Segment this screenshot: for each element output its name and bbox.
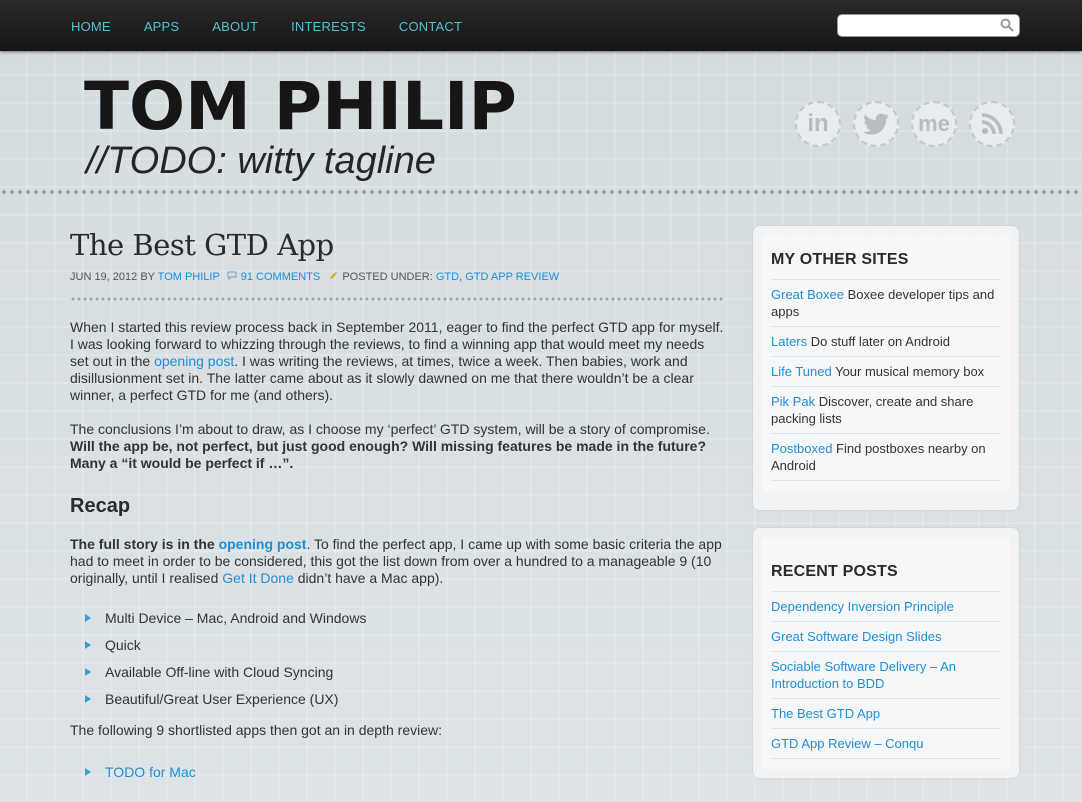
post-author-link[interactable]: TOM PHILIP [158, 271, 220, 283]
widget-recent-posts: RECENT POSTS Dependency Inversion Princi… [753, 528, 1019, 778]
get-it-done-link[interactable]: Get It Done [222, 570, 294, 586]
post-date: JUN 19, 2012 [70, 271, 138, 283]
list-item: Laters Do stuff later on Android [771, 326, 1001, 356]
top-navigation-bar: HOME APPS ABOUT INTERESTS CONTACT [0, 0, 1082, 51]
rss-icon[interactable] [969, 101, 1015, 147]
list-item: Postboxed Find postboxes nearby on Andro… [771, 433, 1001, 481]
site-link-great-boxee[interactable]: Great Boxee [771, 287, 844, 302]
post-divider [70, 296, 723, 302]
category-gtd-app-review-link[interactable]: GTD APP REVIEW [465, 271, 559, 283]
nav-contact[interactable]: CONTACT [399, 19, 462, 34]
linkedin-label: in [807, 110, 829, 137]
recent-posts-list: Dependency Inversion Principle Great Sof… [771, 591, 1001, 759]
list-item: Multi Device – Mac, Android and Windows [70, 610, 725, 637]
category-gtd-link[interactable]: GTD [436, 271, 459, 283]
list-item: Dependency Inversion Principle [771, 591, 1001, 621]
site-desc: Do stuff later on Android [807, 334, 950, 349]
list-item: TODO for Mac [70, 764, 725, 791]
widget-recent-posts-title: RECENT POSTS [771, 563, 898, 580]
paragraph-conclusions-text: The conclusions I’m about to draw, as I … [70, 421, 710, 437]
paragraph-story-bold: The full story is in the [70, 536, 219, 552]
aboutme-label: me [918, 111, 950, 136]
search-input[interactable] [846, 15, 1000, 37]
widget-other-sites-inner: MY OTHER SITES Great Boxee Boxee develop… [762, 235, 1010, 491]
paragraph-story-text-b: didn’t have a Mac app). [293, 570, 444, 586]
site-title[interactable]: TOM PHILIP [84, 74, 517, 140]
recent-post-link[interactable]: Sociable Software Delivery – An Introduc… [771, 659, 956, 691]
list-item: GTD App Review – Conqu [771, 728, 1001, 759]
site-link-life-tuned[interactable]: Life Tuned [771, 364, 832, 379]
recent-post-link[interactable]: GTD App Review – Conqu [771, 736, 923, 751]
list-item: Life Tuned Your musical memory box [771, 356, 1001, 386]
post-meta: JUN 19, 2012 BY TOM PHILIP 91 COMMENTS P… [70, 271, 725, 283]
category-separator: , [459, 271, 463, 283]
search-icon[interactable] [1000, 18, 1014, 37]
nav-about[interactable]: ABOUT [212, 19, 258, 34]
pencil-icon [329, 271, 341, 283]
aboutme-icon[interactable]: me [911, 101, 957, 147]
widget-other-sites-title: MY OTHER SITES [771, 251, 909, 268]
opening-post-link[interactable]: opening post [154, 353, 234, 369]
header-divider [0, 189, 1082, 195]
site-link-laters[interactable]: Laters [771, 334, 807, 349]
post-article: The Best GTD App JUN 19, 2012 BY TOM PHI… [70, 228, 725, 791]
paragraph-story: The full story is in the opening post. T… [70, 536, 725, 587]
post-by: BY [140, 271, 155, 283]
list-item: The Best GTD App [771, 698, 1001, 728]
paragraph-conclusions-bold: Will the app be, not perfect, but just g… [70, 438, 706, 471]
twitter-icon[interactable] [853, 101, 899, 147]
paragraph-intro: When I started this review process back … [70, 319, 725, 404]
nav-home[interactable]: HOME [71, 19, 111, 34]
post-title[interactable]: The Best GTD App [70, 228, 725, 262]
opening-post-link-2[interactable]: opening post [219, 536, 307, 552]
site-desc: Your musical memory box [831, 364, 985, 379]
list-item: Pik Pak Discover, create and share packi… [771, 386, 1001, 433]
recent-post-link[interactable]: Great Software Design Slides [771, 629, 942, 644]
list-item: Quick [70, 637, 725, 664]
apps-list: TODO for Mac [70, 764, 725, 791]
posted-under-label: POSTED UNDER: [342, 271, 433, 283]
list-item: Beautiful/Great User Experience (UX) [70, 691, 725, 718]
list-item: Sociable Software Delivery – An Introduc… [771, 651, 1001, 698]
site-link-pik-pak[interactable]: Pik Pak [771, 394, 815, 409]
site-link-postboxed[interactable]: Postboxed [771, 441, 832, 456]
list-item: Great Software Design Slides [771, 621, 1001, 651]
paragraph-shortlist: The following 9 shortlisted apps then go… [70, 722, 443, 738]
list-item: Available Off-line with Cloud Syncing [70, 664, 725, 691]
recent-post-link[interactable]: Dependency Inversion Principle [771, 599, 954, 614]
app-link-todo-for-mac[interactable]: TODO for Mac [105, 764, 196, 780]
recent-post-link[interactable]: The Best GTD App [771, 706, 880, 721]
linkedin-icon[interactable]: in [795, 101, 841, 147]
social-links: in me [795, 101, 1027, 147]
recap-heading: Recap [70, 495, 131, 517]
nav-apps[interactable]: APPS [144, 19, 179, 34]
widget-recent-posts-inner: RECENT POSTS Dependency Inversion Princi… [762, 537, 1010, 769]
site-tagline: //TODO: witty tagline [86, 140, 436, 182]
other-sites-list: Great Boxee Boxee developer tips and app… [771, 279, 1001, 481]
widget-other-sites: MY OTHER SITES Great Boxee Boxee develop… [753, 226, 1019, 510]
search-box [837, 14, 1020, 37]
paragraph-conclusions: The conclusions I’m about to draw, as I … [70, 421, 725, 472]
nav-interests[interactable]: INTERESTS [291, 19, 366, 34]
criteria-list: Multi Device – Mac, Android and Windows … [70, 610, 725, 718]
comments-link[interactable]: 91 COMMENTS [241, 271, 320, 283]
comment-icon [227, 271, 240, 283]
list-item: Great Boxee Boxee developer tips and app… [771, 279, 1001, 326]
main-nav: HOME APPS ABOUT INTERESTS CONTACT [71, 19, 495, 34]
